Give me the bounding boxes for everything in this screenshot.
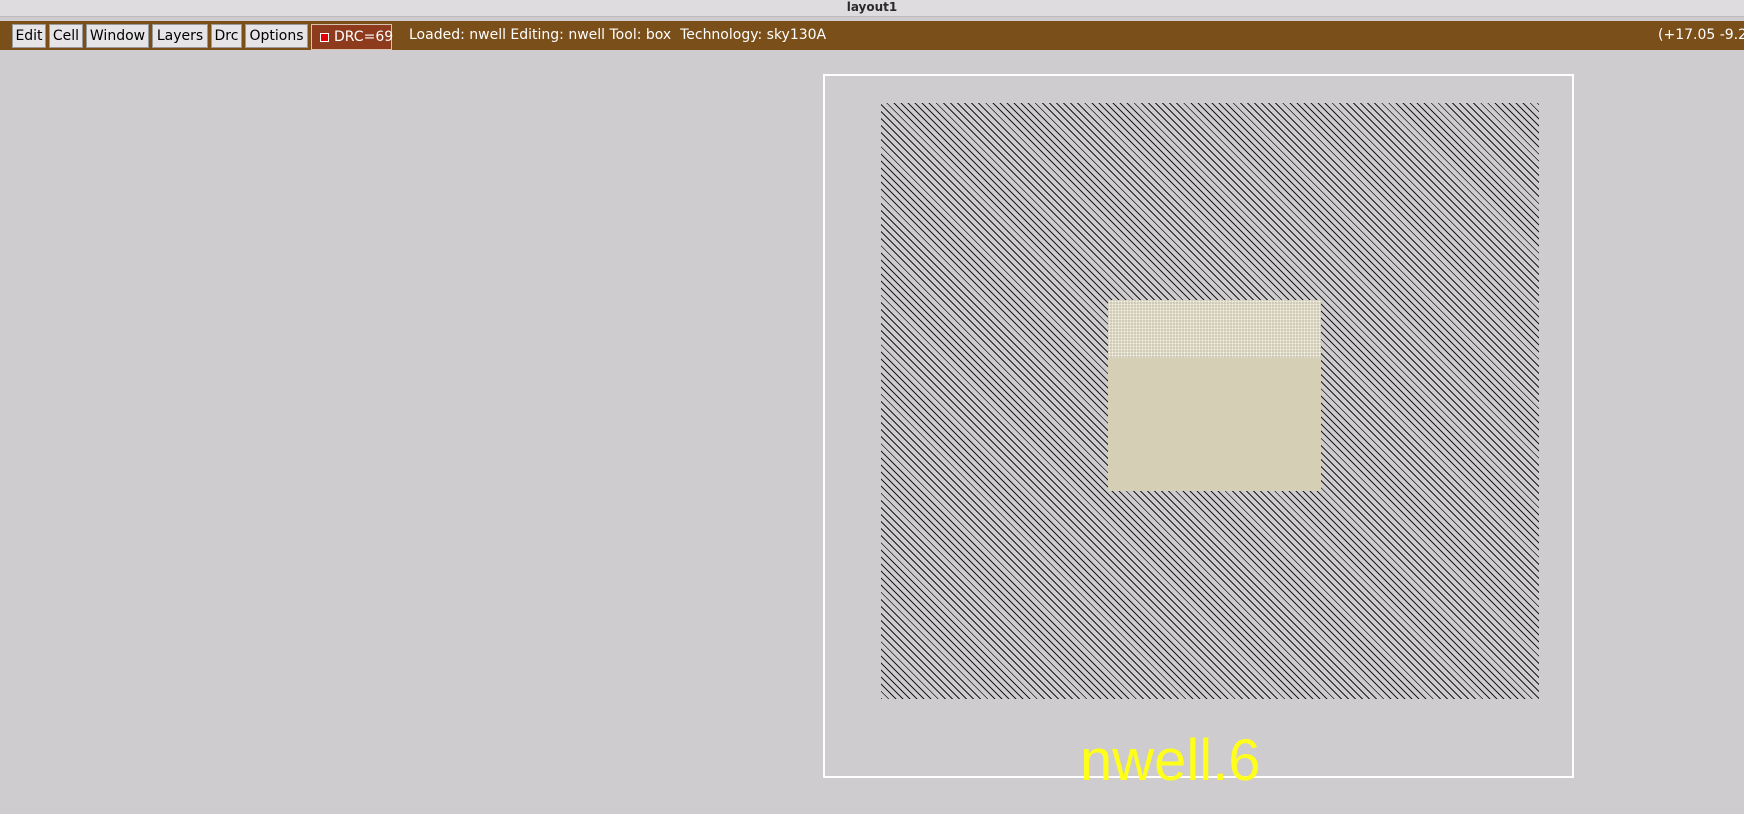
- menu-drc[interactable]: Drc: [211, 24, 242, 48]
- menu-edit[interactable]: Edit: [12, 24, 46, 48]
- drc-error-label: nwell.6: [1080, 728, 1261, 793]
- cursor-coordinates: (+17.05 -9.23: [1658, 27, 1744, 43]
- drc-status-icon: [320, 33, 329, 42]
- status-text: Loaded: nwell Editing: nwell Tool: box T…: [409, 27, 827, 43]
- menu-window[interactable]: Window: [86, 24, 149, 48]
- diffusion-layer-rectangle[interactable]: [1108, 300, 1321, 491]
- menubar: Edit Cell Window Layers Drc Options DRC=…: [0, 21, 1744, 50]
- drc-count-button[interactable]: DRC=69: [311, 24, 394, 50]
- menu-layers[interactable]: Layers: [152, 24, 208, 48]
- diffusion-stipple-region: [1108, 300, 1321, 358]
- window-title: layout1: [0, 0, 1744, 17]
- drc-count-label: DRC=69: [334, 29, 394, 45]
- menu-cell[interactable]: Cell: [49, 24, 83, 48]
- menu-options[interactable]: Options: [245, 24, 308, 48]
